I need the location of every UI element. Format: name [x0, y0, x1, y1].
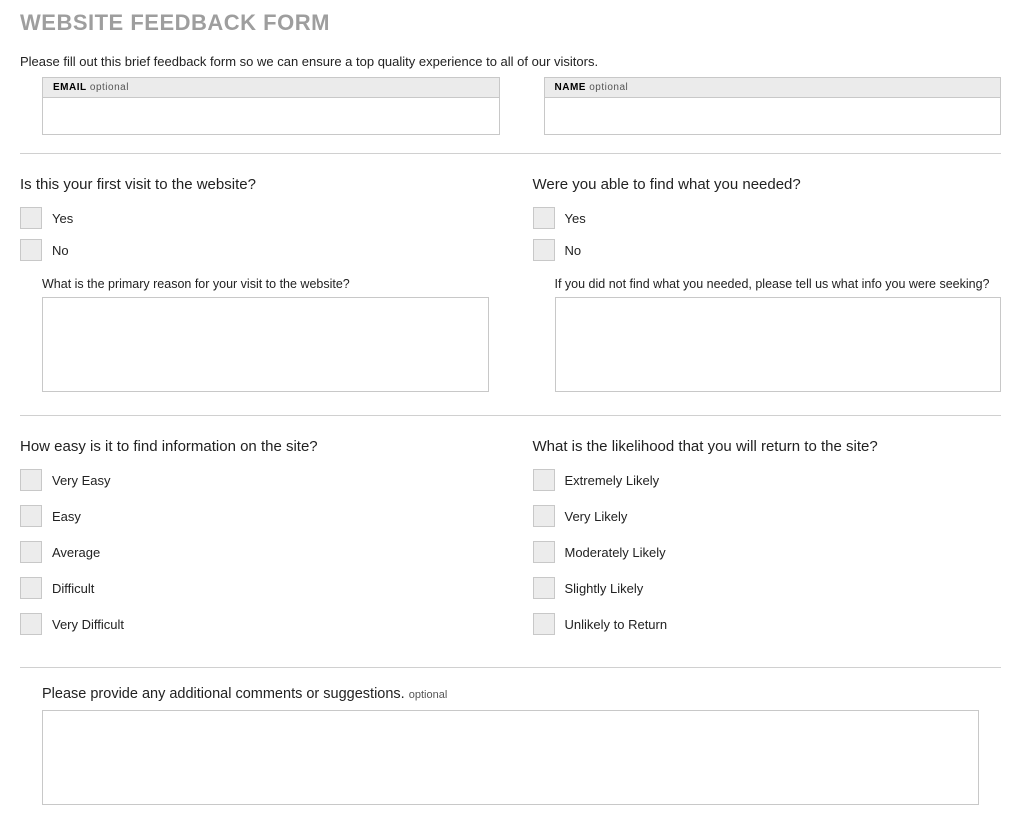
divider	[20, 415, 1001, 416]
divider	[20, 667, 1001, 668]
field-name-label: NAME	[555, 82, 586, 93]
row-return-4: Unlikely to Return	[533, 613, 1002, 635]
label-found-yes: Yes	[565, 211, 586, 226]
label-return-1: Very Likely	[565, 509, 628, 524]
row-found-yes: Yes	[533, 207, 1002, 229]
row-return-0: Extremely Likely	[533, 469, 1002, 491]
checkbox-first-visit-yes[interactable]	[20, 207, 42, 229]
label-ease-4: Very Difficult	[52, 617, 124, 632]
field-email-label-bar: EMAIL optional	[43, 78, 499, 98]
textarea-first-visit-reason[interactable]	[42, 297, 489, 392]
checkbox-found-no[interactable]	[533, 239, 555, 261]
comments-label-text: Please provide any additional comments o…	[42, 686, 405, 702]
row-ease-1: Easy	[20, 505, 489, 527]
checkbox-first-visit-no[interactable]	[20, 239, 42, 261]
field-email-optional: optional	[90, 82, 129, 93]
row-return-3: Slightly Likely	[533, 577, 1002, 599]
label-return-3: Slightly Likely	[565, 581, 644, 596]
textarea-comments[interactable]	[42, 710, 979, 805]
row-return-1: Very Likely	[533, 505, 1002, 527]
checkbox-return-moderately[interactable]	[533, 541, 555, 563]
field-email: EMAIL optional	[42, 77, 500, 135]
label-ease-2: Average	[52, 545, 100, 560]
checkbox-ease-very-difficult[interactable]	[20, 613, 42, 635]
checkbox-return-very[interactable]	[533, 505, 555, 527]
row-first-visit-no: No	[20, 239, 489, 261]
q-return: What is the likelihood that you will ret…	[533, 438, 1002, 455]
field-name: NAME optional	[544, 77, 1002, 135]
label-ease-0: Very Easy	[52, 473, 111, 488]
row-ease-2: Average	[20, 541, 489, 563]
row-found-no: No	[533, 239, 1002, 261]
label-ease-1: Easy	[52, 509, 81, 524]
row-ease-3: Difficult	[20, 577, 489, 599]
row-return-2: Moderately Likely	[533, 541, 1002, 563]
intro-text: Please fill out this brief feedback form…	[20, 54, 1001, 69]
q-found-needed: Were you able to find what you needed?	[533, 176, 1002, 193]
checkbox-ease-average[interactable]	[20, 541, 42, 563]
label-first-visit-no: No	[52, 243, 69, 258]
q-first-visit: Is this your first visit to the website?	[20, 176, 489, 193]
q-first-visit-followup: What is the primary reason for your visi…	[42, 277, 489, 291]
row-ease-4: Very Difficult	[20, 613, 489, 635]
checkbox-ease-very-easy[interactable]	[20, 469, 42, 491]
label-found-no: No	[565, 243, 582, 258]
divider	[20, 153, 1001, 154]
field-name-label-bar: NAME optional	[545, 78, 1001, 98]
name-input[interactable]	[545, 98, 1001, 134]
checkbox-ease-easy[interactable]	[20, 505, 42, 527]
textarea-found-seeking[interactable]	[555, 297, 1002, 392]
label-return-0: Extremely Likely	[565, 473, 660, 488]
label-first-visit-yes: Yes	[52, 211, 73, 226]
checkbox-return-slightly[interactable]	[533, 577, 555, 599]
checkbox-ease-difficult[interactable]	[20, 577, 42, 599]
checkbox-return-unlikely[interactable]	[533, 613, 555, 635]
row-ease-0: Very Easy	[20, 469, 489, 491]
q-ease: How easy is it to find information on th…	[20, 438, 489, 455]
row-first-visit-yes: Yes	[20, 207, 489, 229]
checkbox-return-extremely[interactable]	[533, 469, 555, 491]
label-return-2: Moderately Likely	[565, 545, 666, 560]
field-email-label: EMAIL	[53, 82, 87, 93]
field-name-optional: optional	[589, 82, 628, 93]
comments-label: Please provide any additional comments o…	[42, 686, 979, 702]
label-ease-3: Difficult	[52, 581, 94, 596]
checkbox-found-yes[interactable]	[533, 207, 555, 229]
label-return-4: Unlikely to Return	[565, 617, 668, 632]
q-found-followup: If you did not find what you needed, ple…	[555, 277, 1002, 291]
comments-optional: optional	[409, 689, 448, 701]
email-input[interactable]	[43, 98, 499, 134]
page-title: WEBSITE FEEDBACK FORM	[20, 10, 1001, 36]
